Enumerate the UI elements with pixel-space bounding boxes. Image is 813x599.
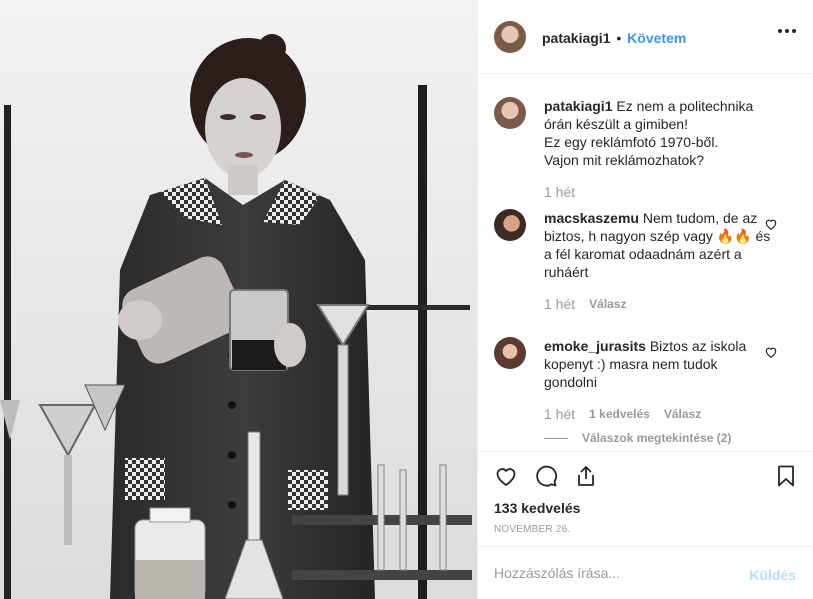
post-date[interactable]: NOVEMBER 26. <box>494 524 570 535</box>
reply-button[interactable]: Válasz <box>664 407 701 421</box>
comment-meta: 1 hét 1 kedvelés Válasz <box>544 406 701 422</box>
add-comment-bar: Küldés <box>478 546 813 599</box>
avatar[interactable] <box>494 21 526 53</box>
view-replies-label: Válaszok megtekintése (2) <box>582 431 732 445</box>
avatar[interactable] <box>494 97 526 129</box>
likes-count[interactable]: 133 kedvelés <box>494 500 580 516</box>
post-header: patakiagi1 • Követem <box>478 0 813 74</box>
avatar[interactable] <box>494 209 526 241</box>
caption-username[interactable]: patakiagi1 <box>544 98 612 114</box>
header-user-line: patakiagi1 • Követem <box>542 30 686 46</box>
comment-icon[interactable] <box>534 464 558 488</box>
separator-dot: • <box>616 30 622 46</box>
view-replies-button[interactable]: Válaszok megtekintése (2) <box>544 431 731 445</box>
header-username[interactable]: patakiagi1 <box>542 30 610 46</box>
more-horizontal-icon[interactable] <box>778 28 796 34</box>
caption-meta: 1 hét <box>544 184 575 200</box>
comment-text-block: macskaszemu Nem tudom, de az biztos, h n… <box>544 209 774 281</box>
comment-username[interactable]: macskaszemu <box>544 210 639 226</box>
comments-list: patakiagi1 Ez nem a politechnika órán ké… <box>478 75 813 451</box>
comment-input[interactable] <box>494 561 734 585</box>
avatar[interactable] <box>494 337 526 369</box>
chemist-photo-illustration <box>0 0 477 599</box>
comment-time[interactable]: 1 hét <box>544 406 575 422</box>
divider <box>544 437 568 439</box>
heart-icon[interactable] <box>764 345 778 359</box>
comment-text-block: emoke_jurasits Biztos az iskola kopenyt … <box>544 337 774 391</box>
list-item: emoke_jurasits Biztos az iskola kopenyt … <box>494 337 794 451</box>
share-icon[interactable] <box>574 464 598 488</box>
caption-time[interactable]: 1 hét <box>544 184 575 200</box>
heart-icon[interactable] <box>494 464 518 488</box>
comment-likes-link[interactable]: 1 kedvelés <box>589 407 650 421</box>
caption: patakiagi1 Ez nem a politechnika órán ké… <box>494 97 794 207</box>
post-photo[interactable] <box>0 0 477 599</box>
caption-text-block: patakiagi1 Ez nem a politechnika órán ké… <box>544 97 774 169</box>
comment-username[interactable]: emoke_jurasits <box>544 338 646 354</box>
reply-button[interactable]: Válasz <box>589 297 626 311</box>
list-item: macskaszemu Nem tudom, de az biztos, h n… <box>494 209 794 319</box>
comment-meta: 1 hét Válasz <box>544 296 627 312</box>
post-actions: 133 kedvelés NOVEMBER 26. <box>478 451 813 545</box>
follow-button[interactable]: Követem <box>627 30 686 46</box>
bookmark-icon[interactable] <box>774 464 798 488</box>
heart-icon[interactable] <box>764 217 778 231</box>
post-details-panel: patakiagi1 • Követem patakiagi1 Ez nem a… <box>477 0 813 599</box>
comment-time[interactable]: 1 hét <box>544 296 575 312</box>
send-button[interactable]: Küldés <box>749 567 796 583</box>
